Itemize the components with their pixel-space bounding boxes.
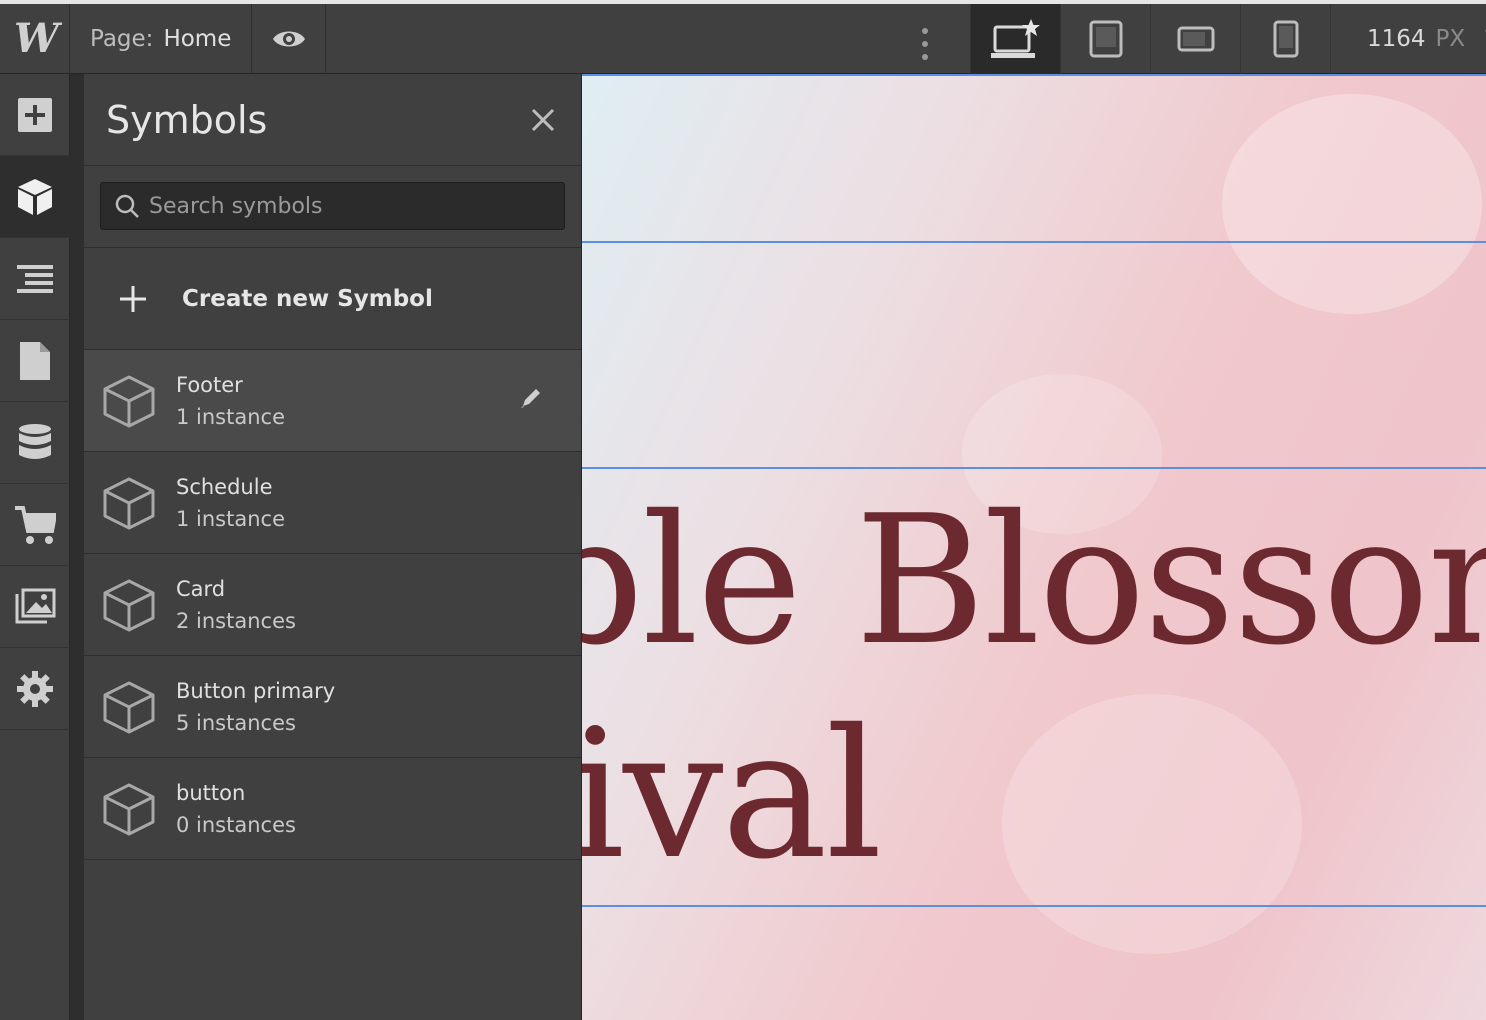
create-symbol-button[interactable]: Create new Symbol xyxy=(84,248,581,350)
symbol-cube-icon xyxy=(103,579,155,631)
top-bar: W Page: Home 1164 PX xyxy=(0,0,1486,74)
symbol-name: Card xyxy=(176,576,226,601)
panel-header: Symbols xyxy=(84,74,581,166)
width-unit: PX xyxy=(1435,26,1466,52)
symbol-cube-icon xyxy=(103,681,155,733)
symbol-name: button xyxy=(176,780,246,805)
background-texture xyxy=(1222,94,1482,314)
breakpoint-mobile-portrait[interactable] xyxy=(1240,4,1330,74)
close-icon xyxy=(531,108,555,131)
page-name: Home xyxy=(163,25,232,52)
hero-heading-line2[interactable]: ival xyxy=(582,706,883,884)
symbol-item[interactable]: Button primary 5 instances xyxy=(84,656,581,758)
add-box-icon xyxy=(18,97,52,132)
panel-title: Symbols xyxy=(106,97,268,142)
symbol-item[interactable]: Footer 1 instance xyxy=(84,350,581,452)
page-prefix: Page: xyxy=(90,25,154,52)
section-guide-line xyxy=(582,74,1486,76)
symbol-name: Footer xyxy=(176,372,243,397)
symbol-instance-count: 0 instances xyxy=(176,812,296,837)
left-toolbar xyxy=(0,74,70,1020)
symbol-name: Schedule xyxy=(176,474,273,499)
create-symbol-label: Create new Symbol xyxy=(182,285,433,312)
width-value: 1164 xyxy=(1367,26,1426,52)
breakpoint-desktop[interactable] xyxy=(970,4,1060,74)
navigator-button[interactable] xyxy=(0,238,70,320)
kebab-icon xyxy=(922,28,928,60)
tablet-icon xyxy=(1089,20,1122,58)
breakpoint-mobile-landscape[interactable] xyxy=(1150,4,1240,74)
desktop-star-icon xyxy=(990,19,1040,58)
breakpoint-switcher xyxy=(970,4,1330,74)
cart-icon xyxy=(15,505,56,544)
close-panel-button[interactable] xyxy=(527,104,559,136)
webflow-logo[interactable]: W xyxy=(0,3,70,74)
section-guide-line xyxy=(582,905,1486,907)
symbol-cube-icon xyxy=(103,477,155,529)
canvas-width-readout: 1164 PX 1 xyxy=(1330,4,1486,74)
search-area xyxy=(84,166,581,248)
phone-landscape-icon xyxy=(1177,26,1214,52)
layers-list-icon xyxy=(17,264,53,293)
pages-button[interactable] xyxy=(0,320,70,402)
rail-separator xyxy=(70,74,84,1020)
search-box[interactable] xyxy=(100,182,565,230)
design-canvas[interactable]: ple Blossom ival xyxy=(582,74,1486,1020)
symbol-item[interactable]: Card 2 instances xyxy=(84,554,581,656)
symbols-panel-button[interactable] xyxy=(0,156,70,238)
symbol-instance-count: 1 instance xyxy=(176,506,285,531)
page-selector[interactable]: Page: Home xyxy=(70,3,252,74)
ecommerce-button[interactable] xyxy=(0,484,70,566)
search-symbols-input[interactable] xyxy=(149,193,549,219)
symbol-item[interactable]: Schedule 1 instance xyxy=(84,452,581,554)
database-icon xyxy=(19,423,51,459)
symbols-panel: Symbols Create new Symbol xyxy=(84,74,582,1020)
plus-icon xyxy=(120,285,146,312)
symbol-instance-count: 1 instance xyxy=(176,404,285,429)
symbol-item[interactable]: button 0 instances xyxy=(84,758,581,860)
section-guide-line xyxy=(582,241,1486,243)
gear-icon xyxy=(17,670,53,707)
more-options-button[interactable] xyxy=(910,24,940,64)
symbol-cube-icon xyxy=(103,375,155,427)
symbol-instance-count: 2 instances xyxy=(176,608,296,633)
hero-heading-line1[interactable]: ple Blossom xyxy=(582,492,1486,670)
symbol-list: Footer 1 instance Schedule 1 instance Ca… xyxy=(84,350,581,860)
background-texture xyxy=(1002,694,1302,954)
page-icon xyxy=(20,341,50,380)
eye-icon xyxy=(272,31,305,46)
symbol-instance-count: 5 instances xyxy=(176,710,296,735)
search-icon xyxy=(115,194,139,218)
symbol-name: Button primary xyxy=(176,678,336,703)
cms-button[interactable] xyxy=(0,402,70,484)
cube-icon xyxy=(18,178,52,215)
assets-button[interactable] xyxy=(0,566,70,648)
pencil-icon[interactable] xyxy=(519,386,543,410)
images-icon xyxy=(15,588,56,623)
preview-button[interactable] xyxy=(252,3,326,74)
add-panel-button[interactable] xyxy=(0,74,70,156)
phone-portrait-icon xyxy=(1273,20,1298,58)
symbol-cube-icon xyxy=(103,783,155,835)
section-guide-line xyxy=(582,467,1486,469)
breakpoint-tablet[interactable] xyxy=(1060,4,1150,74)
settings-button[interactable] xyxy=(0,648,70,730)
